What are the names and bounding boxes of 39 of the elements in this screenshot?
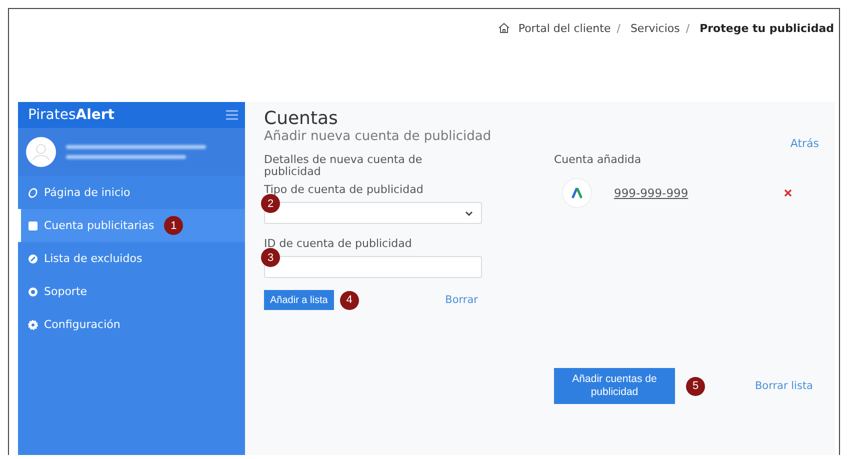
field-label: Tipo de cuenta de publicidad <box>264 184 424 196</box>
step-badge: 1 <box>164 216 184 235</box>
account-id-link[interactable]: 999-999-999 <box>614 186 688 200</box>
square-icon <box>28 220 38 230</box>
breadcrumb-item: Protege tu publicidad <box>700 22 834 34</box>
circle-icon <box>28 188 38 198</box>
lifebuoy-icon <box>28 286 38 296</box>
avatar-icon[interactable] <box>26 137 56 167</box>
step-badge: 3 <box>261 248 280 267</box>
chevron-icon <box>465 210 473 216</box>
breadcrumb-separator: / <box>616 22 620 34</box>
step-badge: 4 <box>340 290 359 310</box>
home-icon <box>498 22 510 34</box>
gear-icon <box>28 320 38 330</box>
breadcrumb-item[interactable]: Portal del cliente <box>518 22 611 34</box>
ban-icon <box>28 254 38 264</box>
sidebar-item[interactable]: Cuenta publicitarias 1 <box>18 209 245 242</box>
back-link[interactable]: Atrás <box>790 137 819 150</box>
clear-list-link[interactable]: Borrar lista <box>754 380 813 392</box>
step-badge: 5 <box>686 376 705 396</box>
step-badge: 2 <box>261 194 280 213</box>
clear-link[interactable]: Borrar <box>445 294 478 306</box>
field-label: ID de cuenta de publicidad <box>264 238 413 250</box>
add-to-list-button[interactable]: Añadir a lista <box>264 290 334 310</box>
page-title: Cuentas <box>264 108 339 129</box>
remove-icon[interactable] <box>784 189 792 197</box>
sidebar-item[interactable]: Configuración <box>18 308 245 341</box>
brand-logo: PiratesAlert <box>28 107 114 123</box>
section-heading: Cuenta añadida <box>554 154 642 166</box>
section-heading: Detalles de nueva cuenta de publicidad <box>264 154 424 178</box>
add-accounts-button[interactable]: Añadir cuentas de publicidad <box>554 368 675 404</box>
breadcrumb-item[interactable]: Servicios <box>630 22 680 34</box>
page-subtitle: Añadir nueva cuenta de publicidad <box>264 129 492 144</box>
ads-logo-icon <box>562 178 592 208</box>
breadcrumb-separator: / <box>686 22 690 34</box>
menu-icon[interactable] <box>226 110 238 120</box>
sidebar-item[interactable]: Página de inicio <box>18 176 245 209</box>
sidebar-item[interactable]: Lista de excluidos <box>18 242 245 275</box>
sidebar-item[interactable]: Soporte <box>18 275 245 308</box>
